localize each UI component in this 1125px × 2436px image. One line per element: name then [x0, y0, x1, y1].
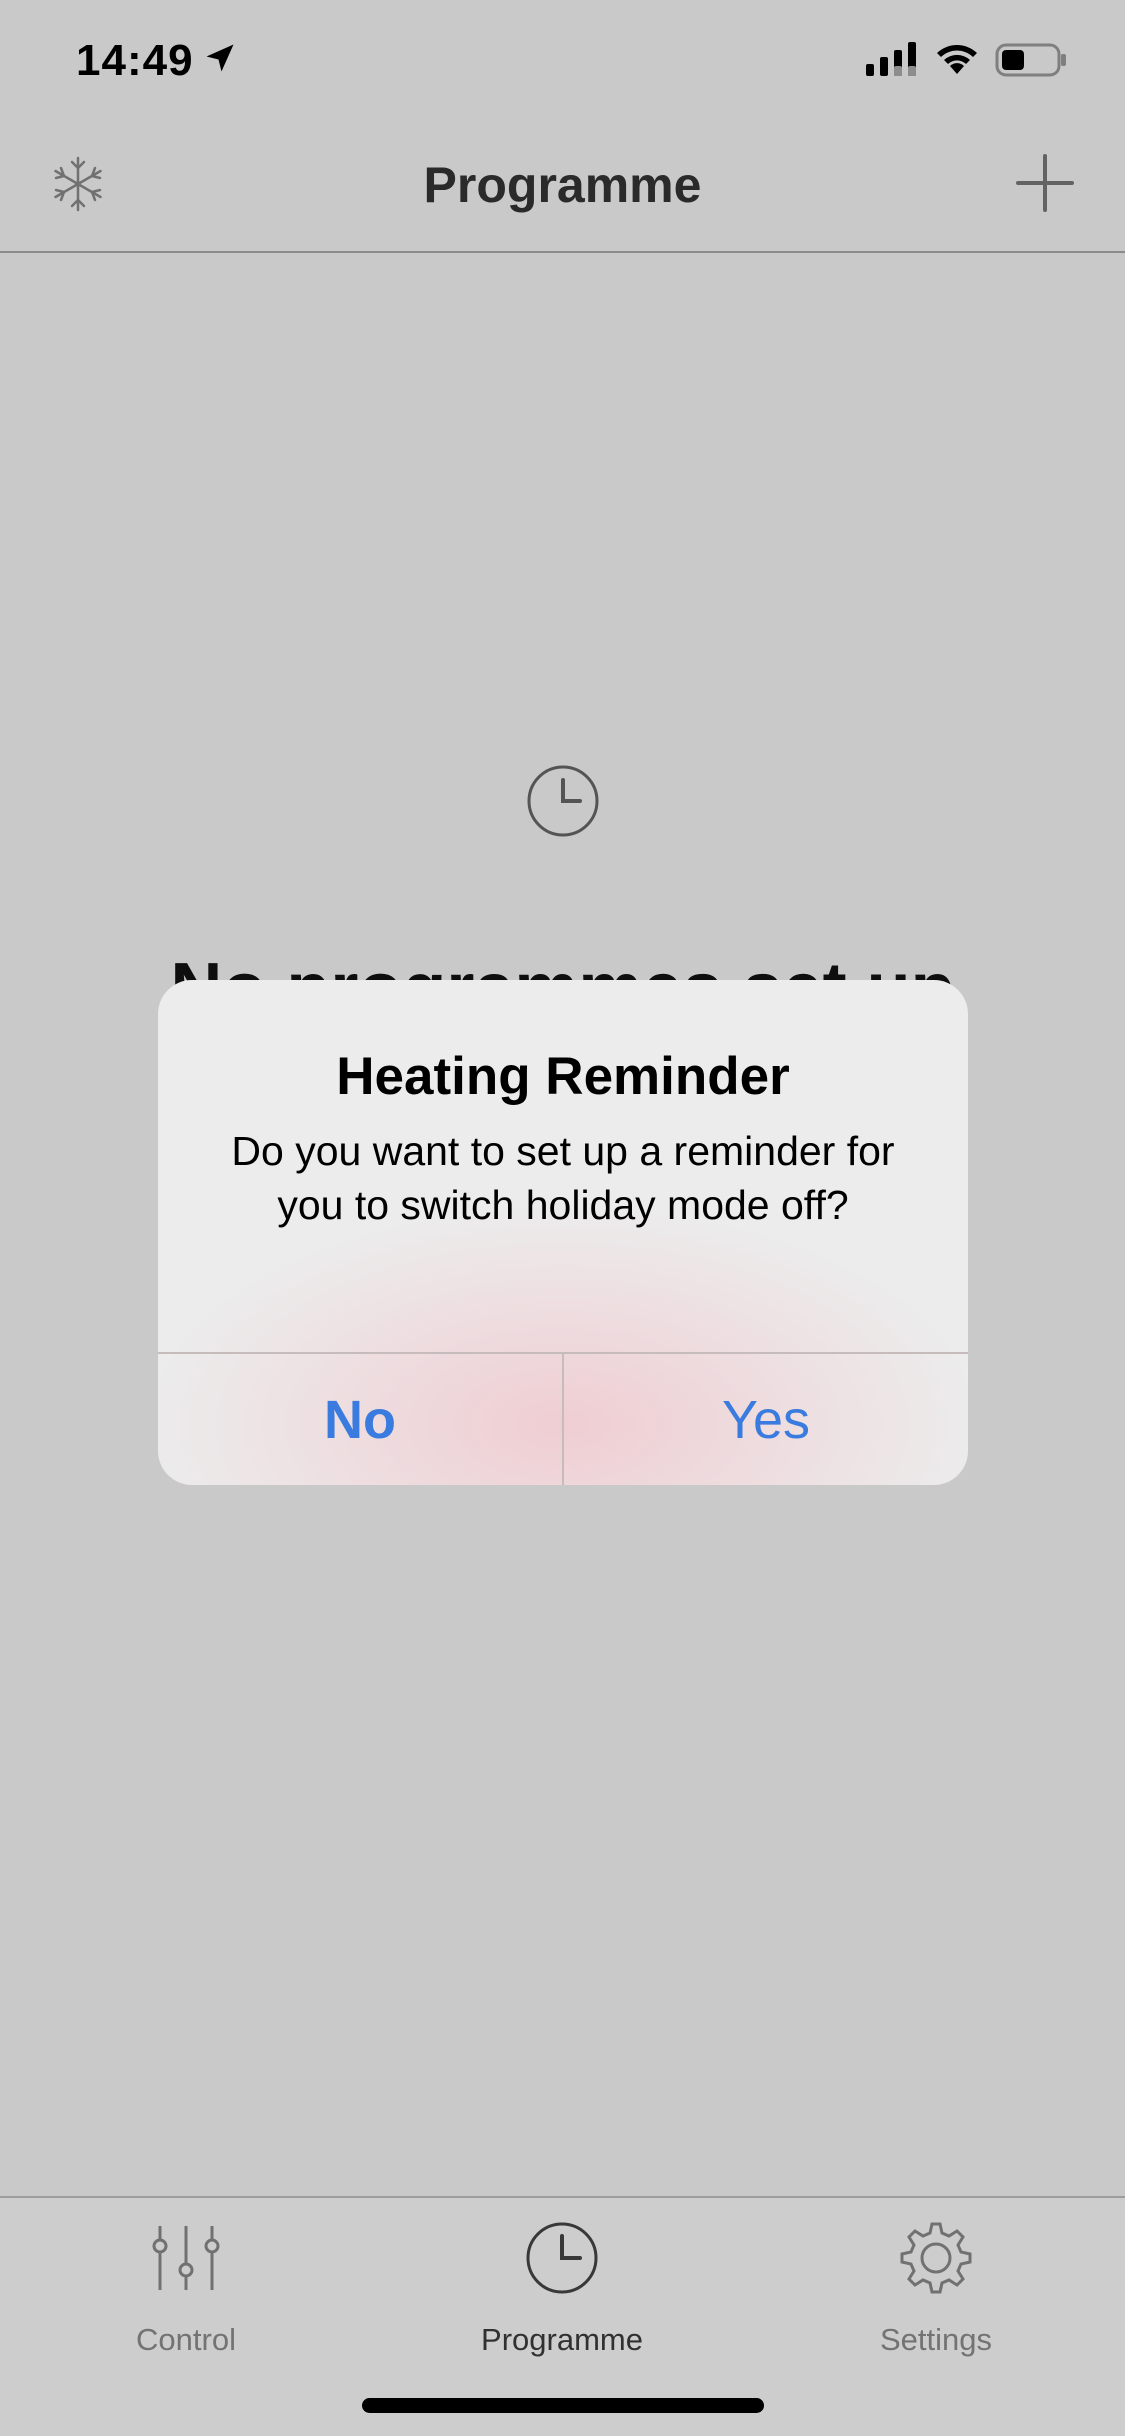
yes-button[interactable]: Yes [564, 1354, 968, 1485]
alert-title: Heating Reminder [336, 1047, 790, 1106]
no-button[interactable]: No [158, 1354, 562, 1485]
alert-message: Do you want to set up a reminder for you… [231, 1128, 895, 1228]
heating-reminder-alert: Heating Reminder Do you want to set up a… [158, 980, 968, 1485]
